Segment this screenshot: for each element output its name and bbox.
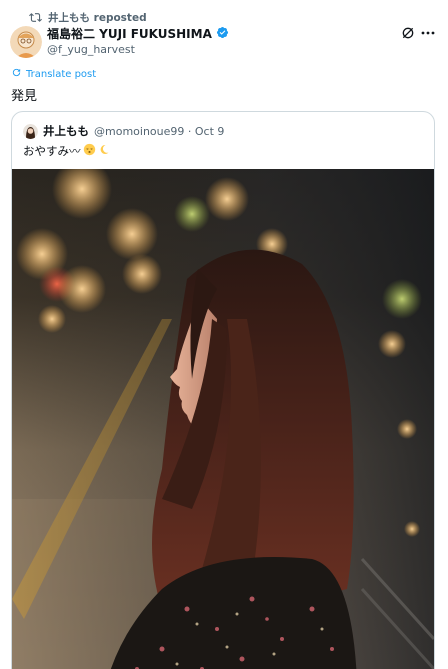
quote-author-name: 井上もも — [43, 124, 89, 138]
author-handle[interactable]: @f_yug_harvest — [47, 43, 229, 56]
translate-icon — [11, 67, 22, 81]
sleeping-face-icon — [83, 143, 96, 159]
author-name[interactable]: 福島裕二 YUJI FUKUSHIMA — [47, 25, 212, 42]
repost-indicator[interactable]: 井上もも reposted — [29, 9, 147, 25]
quoted-post[interactable]: 井上もも @momoinoue99 · Oct 9 おやすみ〰 — [11, 111, 435, 669]
quote-handle-date: @momoinoue99 · Oct 9 — [94, 124, 225, 138]
repost-icon — [29, 11, 42, 24]
translate-label: Translate post — [26, 68, 97, 80]
quote-text-content: おやすみ〰 — [23, 144, 81, 158]
quote-photo[interactable] — [12, 169, 434, 669]
repost-text: 井上もも reposted — [48, 11, 147, 24]
verified-badge-icon — [216, 24, 229, 43]
translate-post-link[interactable]: Translate post — [11, 67, 96, 81]
more-options-icon[interactable] — [420, 25, 436, 41]
post-author[interactable]: 福島裕二 YUJI FUKUSHIMA @f_yug_harvest — [47, 25, 229, 56]
avatar[interactable] — [10, 26, 42, 58]
grok-icon[interactable] — [400, 25, 416, 41]
quote-text: おやすみ〰 — [23, 143, 110, 159]
quote-avatar[interactable] — [23, 123, 38, 139]
post-text: 発見 — [11, 89, 38, 104]
quote-header: 井上もも @momoinoue99 · Oct 9 — [23, 123, 224, 139]
crescent-moon-icon — [98, 143, 110, 159]
